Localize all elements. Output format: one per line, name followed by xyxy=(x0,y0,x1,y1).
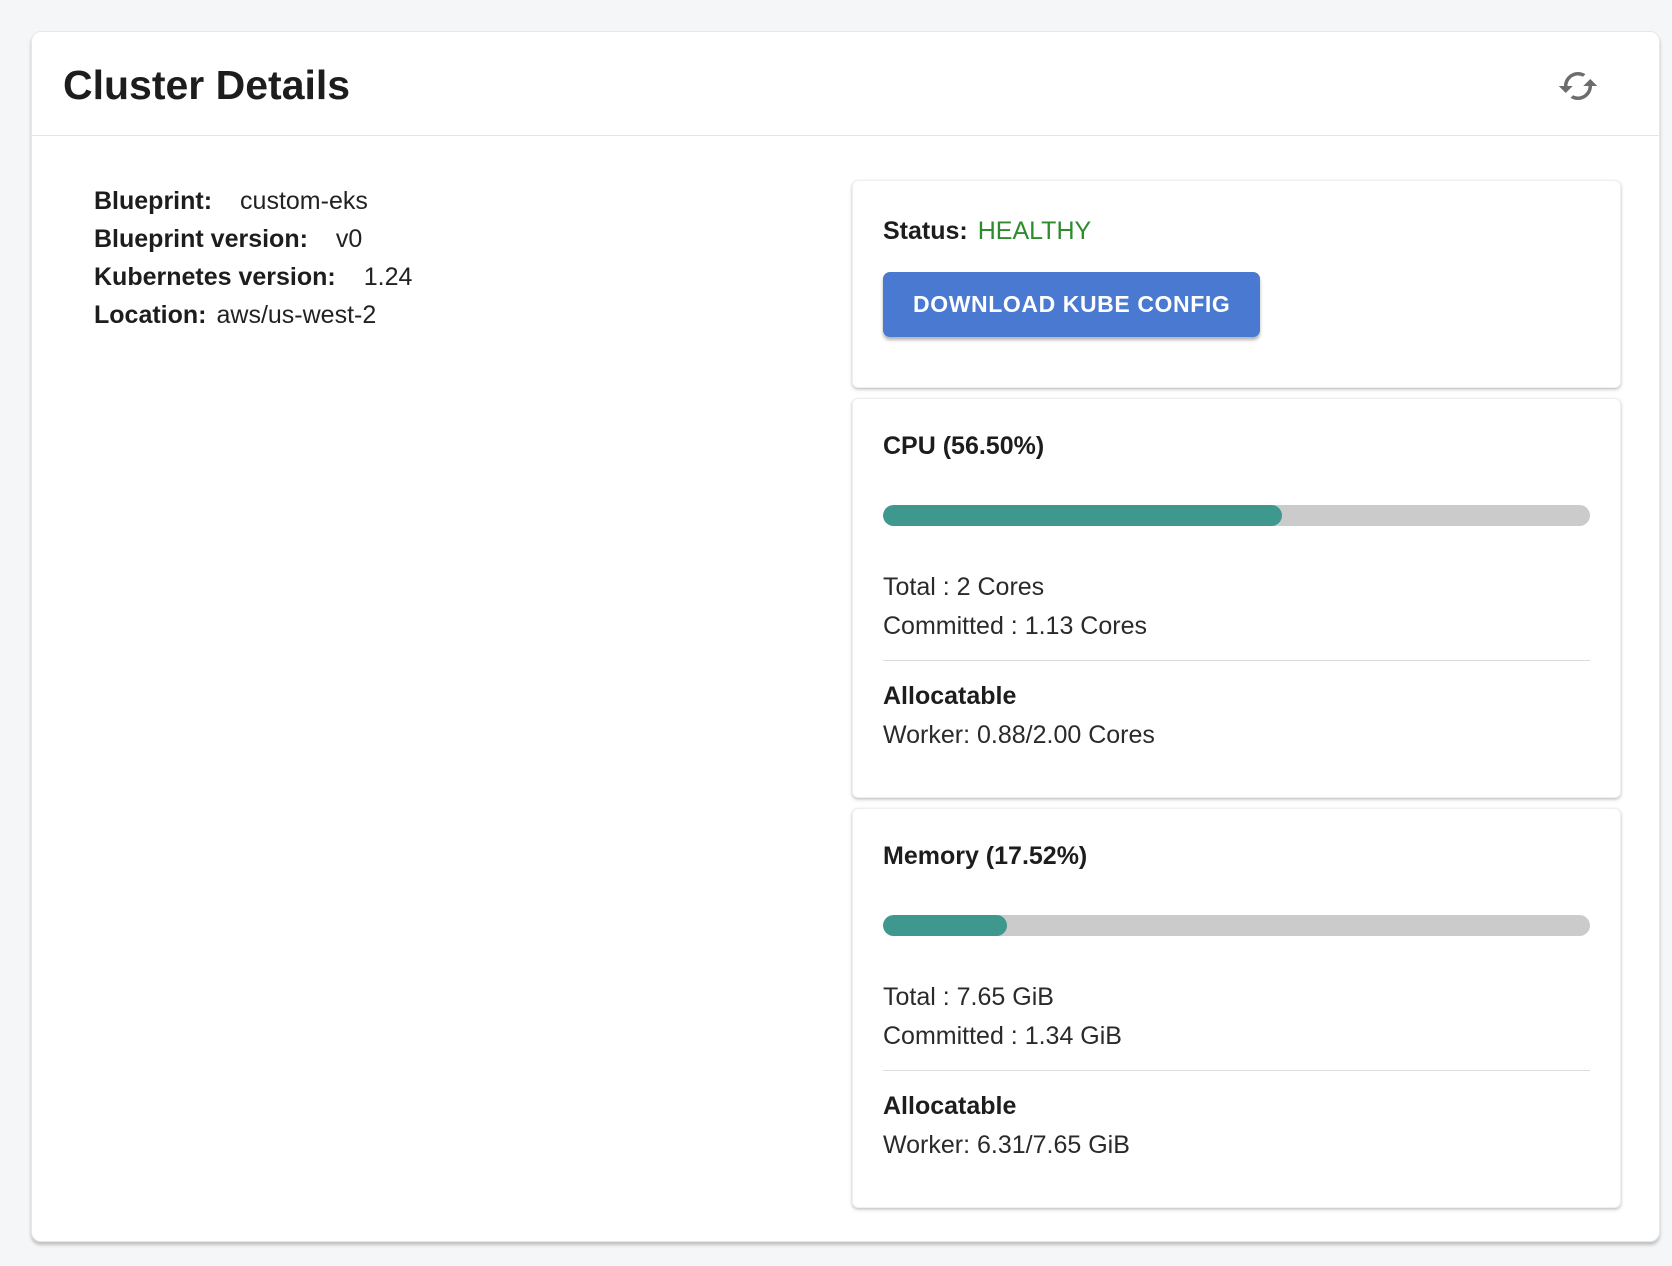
cpu-title: CPU (56.50%) xyxy=(883,431,1590,461)
metrics-column: Status: HEALTHY DOWNLOAD KUBE CONFIG CPU … xyxy=(852,180,1621,1208)
cluster-details-card: Cluster Details Blueprint: custom-eks Blu… xyxy=(31,31,1660,1242)
status-label: Status: xyxy=(883,217,968,245)
divider xyxy=(883,660,1590,661)
divider xyxy=(883,1070,1590,1071)
cluster-details-list: Blueprint: custom-eks Blueprint version: v… xyxy=(63,180,852,1208)
memory-progress-bar xyxy=(883,915,1590,936)
page: Cluster Details Blueprint: custom-eks Blu… xyxy=(0,0,1672,1266)
cpu-committed: Committed : 1.13 Cores xyxy=(883,607,1590,646)
detail-label: Kubernetes version: xyxy=(94,263,336,291)
memory-progress-fill xyxy=(883,915,1007,936)
detail-value: aws/us-west-2 xyxy=(217,301,377,329)
cpu-panel: CPU (56.50%) Total : 2 Cores Committed :… xyxy=(852,398,1621,798)
cpu-progress-bar xyxy=(883,505,1590,526)
status-panel: Status: HEALTHY DOWNLOAD KUBE CONFIG xyxy=(852,180,1621,388)
memory-title: Memory (17.52%) xyxy=(883,841,1590,871)
memory-total: Total : 7.65 GiB xyxy=(883,978,1590,1017)
detail-label: Blueprint: xyxy=(94,187,212,215)
cpu-progress-fill xyxy=(883,505,1282,526)
cpu-stats: Total : 2 Cores Committed : 1.13 Cores A… xyxy=(883,568,1590,755)
detail-value: 1.24 xyxy=(364,263,413,291)
detail-value: custom-eks xyxy=(240,187,368,215)
refresh-button[interactable] xyxy=(1553,61,1603,111)
detail-label: Location: xyxy=(94,301,207,329)
cpu-worker: Worker: 0.88/2.00 Cores xyxy=(883,716,1590,755)
memory-panel: Memory (17.52%) Total : 7.65 GiB Committ… xyxy=(852,808,1621,1208)
refresh-icon xyxy=(1557,65,1599,107)
detail-label: Blueprint version: xyxy=(94,225,308,253)
cpu-allocatable-label: Allocatable xyxy=(883,677,1590,716)
memory-committed: Committed : 1.34 GiB xyxy=(883,1017,1590,1056)
download-kube-config-button[interactable]: DOWNLOAD KUBE CONFIG xyxy=(883,272,1260,337)
detail-row-kubernetes-version: Kubernetes version: 1.24 xyxy=(94,258,852,296)
cpu-total: Total : 2 Cores xyxy=(883,568,1590,607)
card-header: Cluster Details xyxy=(32,32,1659,136)
card-body: Blueprint: custom-eks Blueprint version: v… xyxy=(32,136,1659,1208)
detail-value: v0 xyxy=(336,225,362,253)
status-line: Status: HEALTHY xyxy=(883,217,1590,246)
page-title: Cluster Details xyxy=(63,62,350,109)
memory-allocatable-label: Allocatable xyxy=(883,1087,1590,1126)
detail-row-location: Location: aws/us-west-2 xyxy=(94,296,852,334)
detail-row-blueprint: Blueprint: custom-eks xyxy=(94,182,852,220)
detail-row-blueprint-version: Blueprint version: v0 xyxy=(94,220,852,258)
memory-stats: Total : 7.65 GiB Committed : 1.34 GiB Al… xyxy=(883,978,1590,1165)
status-badge: HEALTHY xyxy=(978,217,1091,245)
memory-worker: Worker: 6.31/7.65 GiB xyxy=(883,1126,1590,1165)
